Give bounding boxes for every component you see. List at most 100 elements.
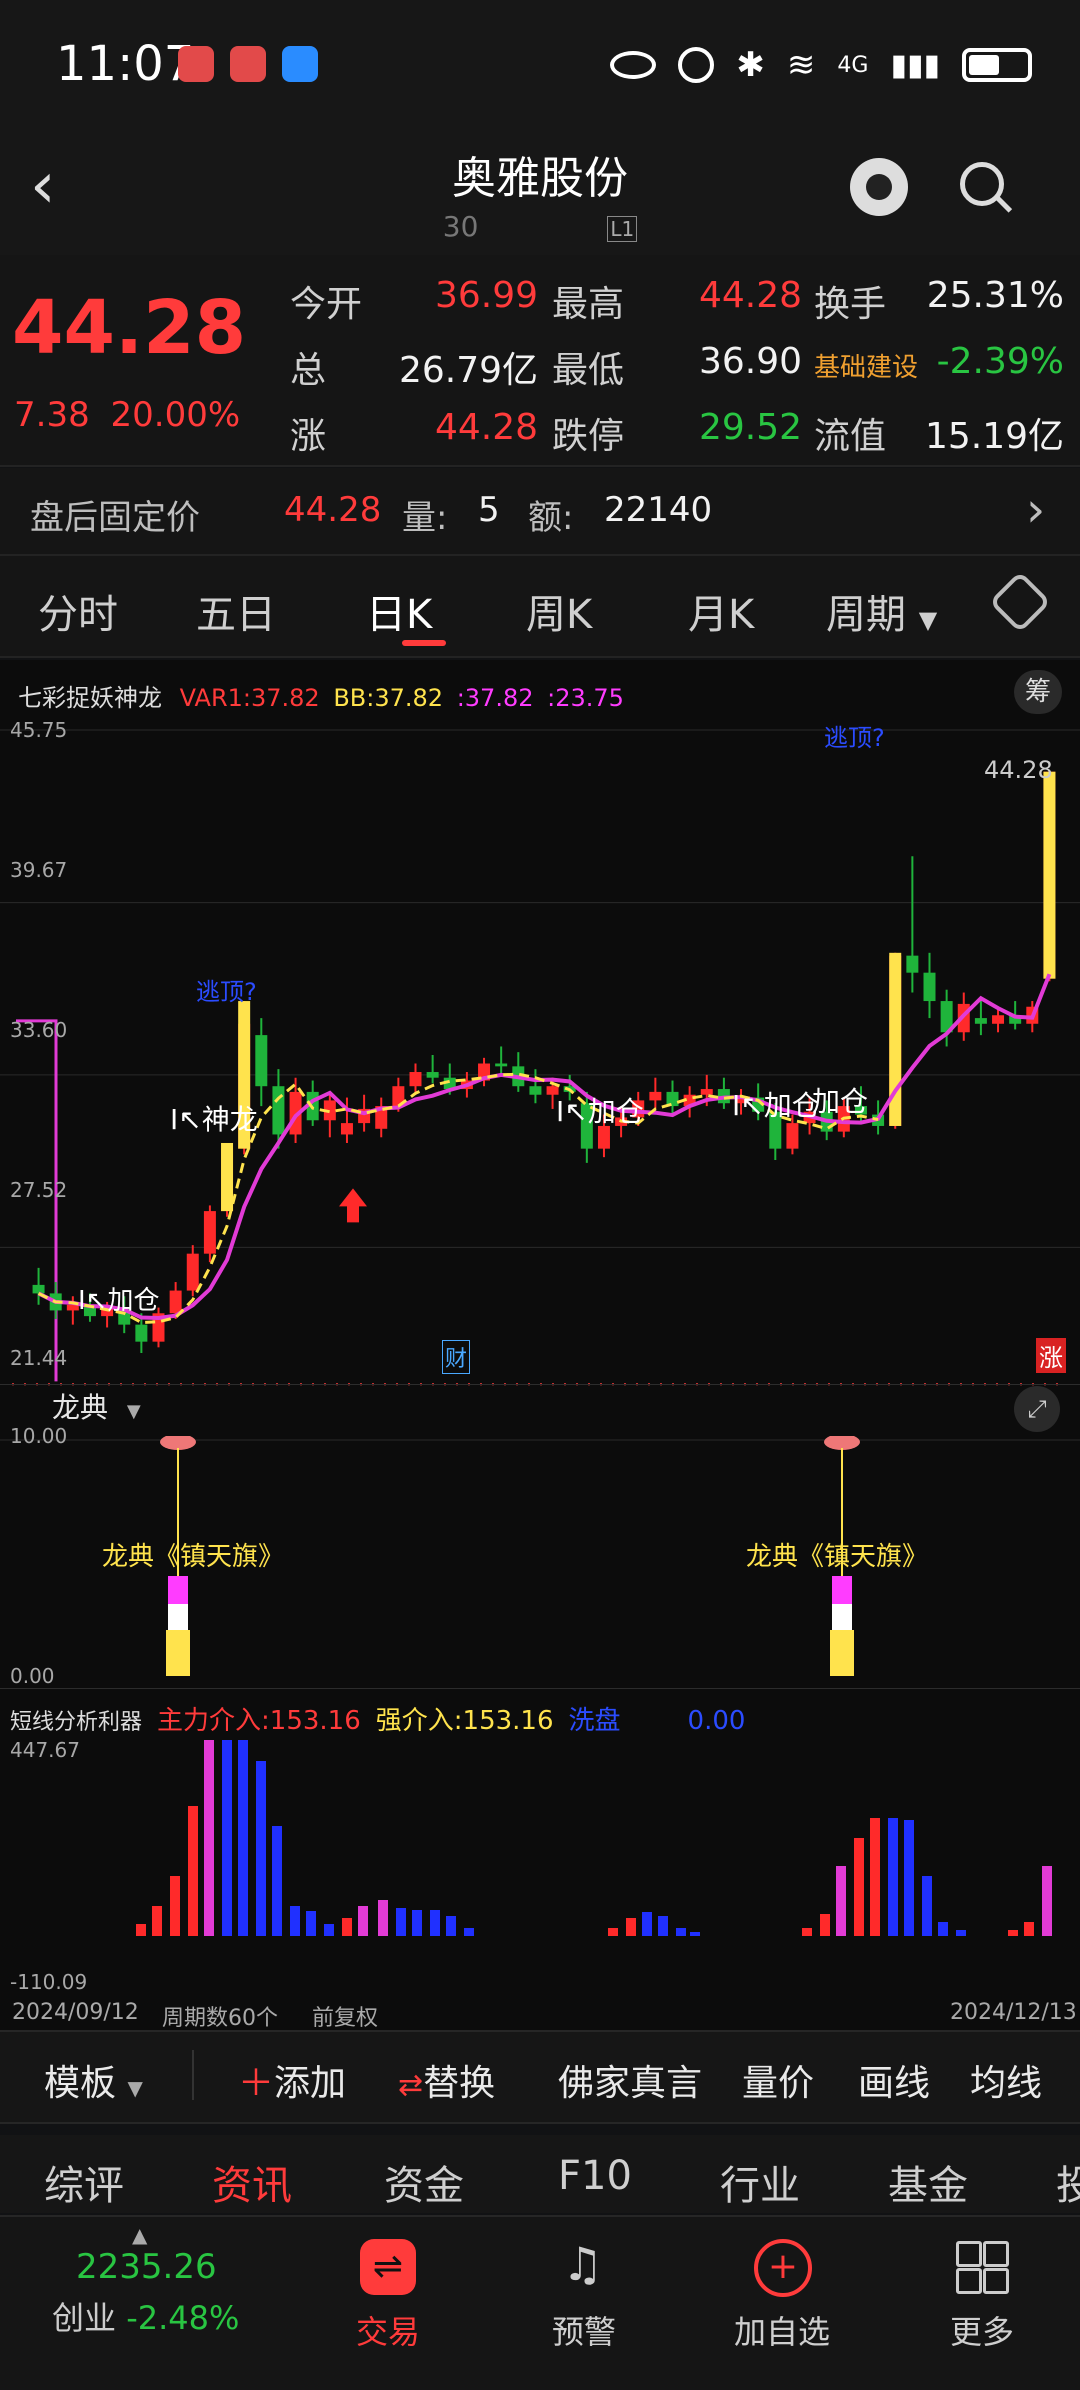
- nav-add-label: 加自选: [733, 2313, 830, 2351]
- template-label: 模板: [44, 2063, 117, 2104]
- turnover-label: 换手: [814, 284, 887, 325]
- network-type: 4G: [837, 52, 869, 78]
- y-label-4: 27.52: [10, 1178, 68, 1202]
- open-label: 今开: [290, 284, 363, 325]
- histogram-bar: [464, 1928, 474, 1936]
- candle-body: [135, 1324, 148, 1342]
- candle-body: [169, 1290, 182, 1314]
- flag-marker-icon: [824, 1436, 860, 1450]
- histogram-bar: [854, 1838, 864, 1936]
- indicator-fojia[interactable]: 佛家真言: [558, 2054, 702, 2106]
- tab-daily[interactable]: 日K: [366, 582, 432, 640]
- bell-icon: ♫: [562, 2237, 604, 2291]
- short-line-y-top: 447.67: [10, 1738, 80, 1762]
- tab-f10[interactable]: F10: [558, 2153, 632, 2199]
- tab-news[interactable]: 资讯: [212, 2153, 292, 2211]
- nav-alert-label: 预警: [551, 2313, 616, 2351]
- short-line-chart: [136, 1740, 1052, 1936]
- tab-more[interactable]: 投: [1056, 2153, 1080, 2211]
- annotation-add-2: I↖加仓: [556, 1090, 644, 1130]
- index-value[interactable]: 2235.26: [76, 2247, 217, 2287]
- tab-monthly[interactable]: 月K: [688, 582, 754, 640]
- signal-bar: [221, 1142, 234, 1212]
- candle-body: [700, 1089, 713, 1095]
- start-date: 2024/09/12: [12, 2000, 139, 2025]
- limit-up-marker: 涨: [1036, 1338, 1066, 1373]
- candle-body: [340, 1123, 353, 1135]
- histogram-bar: [272, 1826, 282, 1936]
- short-line-name: 短线分析利器: [10, 1710, 143, 1735]
- total-cap-value: 26.79亿: [398, 350, 538, 391]
- change-value: 7.38: [14, 395, 90, 435]
- histogram-bar: [1008, 1930, 1018, 1936]
- longdian-selector[interactable]: 龙典 ▼: [52, 1386, 141, 1426]
- chart-area[interactable]: 七彩捉妖神龙 VAR1:37.82 BB:37.82 :37.82 :23.75…: [0, 660, 1080, 2031]
- candle-body: [974, 1018, 987, 1024]
- tab-industry[interactable]: 行业: [720, 2153, 800, 2211]
- candle-body: [495, 1063, 508, 1067]
- template-button[interactable]: 模板 ▼: [44, 2054, 143, 2106]
- draw-line-button[interactable]: 画线: [858, 2054, 930, 2106]
- tab-five-day[interactable]: 五日: [196, 582, 276, 640]
- index-info[interactable]: 创业 -2.48%: [52, 2293, 239, 2339]
- moving-average-button[interactable]: 均线: [970, 2054, 1042, 2106]
- longdian-y-top: 10.00: [10, 1424, 68, 1448]
- volume-label: 量:: [402, 498, 448, 538]
- histogram-bar: [358, 1906, 368, 1936]
- annotation-escape-top-2: 逃顶?: [824, 724, 885, 752]
- nav-add-watchlist[interactable]: + 加自选: [702, 2217, 862, 2387]
- tab-fund[interactable]: 基金: [888, 2153, 968, 2211]
- annotation-add-1-text: 加仓: [107, 1286, 160, 1316]
- histogram-bar: [608, 1928, 618, 1936]
- chip-distribution-button[interactable]: 筹: [1014, 670, 1062, 714]
- finance-marker[interactable]: 财: [442, 1340, 471, 1374]
- level-badge: L1: [607, 216, 638, 242]
- tab-weekly[interactable]: 周K: [526, 582, 592, 640]
- histogram-bar: [690, 1932, 700, 1936]
- flag-block-white: [832, 1604, 852, 1630]
- low-value: 36.90: [698, 341, 802, 382]
- candle-body: [649, 1091, 662, 1101]
- replace-button[interactable]: ⇄替换: [398, 2054, 495, 2106]
- add-button[interactable]: ＋添加: [238, 2054, 346, 2106]
- nav-more[interactable]: 更多: [902, 2217, 1062, 2387]
- histogram-bar: [642, 1912, 652, 1936]
- histogram-bar: [378, 1900, 388, 1936]
- y-label-3: 33.60: [10, 1018, 68, 1042]
- candle-body: [32, 1284, 45, 1294]
- indicator-volume-price[interactable]: 量价: [742, 2054, 814, 2106]
- alarm-icon: [678, 47, 715, 83]
- mascot-icon[interactable]: [850, 158, 908, 216]
- expand-icon[interactable]: ⤢: [1014, 1386, 1060, 1432]
- grid-icon: [956, 2241, 1009, 2294]
- tab-intraday[interactable]: 分时: [38, 582, 118, 640]
- toolbar-divider: [192, 2050, 194, 2100]
- quote-panel: 44.28 7.38 20.00% 今开 36.99 总 26.79亿 涨 44…: [0, 255, 1080, 467]
- annotation-add-2-text: 加仓: [587, 1095, 644, 1128]
- tab-funds[interactable]: 资金: [384, 2153, 464, 2211]
- sector-label[interactable]: 基础建设: [814, 347, 918, 384]
- amount-value: 22140: [604, 490, 713, 530]
- histogram-bar: [342, 1918, 352, 1936]
- longdian-y-bottom: 0.00: [10, 1664, 55, 1688]
- divider-2: [0, 1688, 1080, 1689]
- price-change: 7.38 20.00%: [14, 395, 240, 435]
- histogram-bar: [658, 1916, 668, 1936]
- search-icon[interactable]: [960, 162, 1004, 206]
- histogram-bar: [222, 1740, 232, 1936]
- nav-alert[interactable]: ♫ 预警: [504, 2217, 664, 2387]
- histogram-bar: [904, 1820, 914, 1936]
- histogram-bar: [170, 1876, 180, 1936]
- after-hours-row[interactable]: 盘后固定价 44.28 量: 5 额: 22140 ›: [0, 468, 1080, 556]
- plus-circle-icon: +: [754, 2239, 812, 2297]
- nav-trade[interactable]: ⇌ 交易: [308, 2217, 468, 2387]
- histogram-bar: [238, 1740, 248, 1936]
- high-value: 44.28: [698, 275, 802, 316]
- histogram-bar: [204, 1740, 214, 1936]
- last-price-tag: 44.28: [984, 756, 1053, 784]
- tab-overview[interactable]: 综评: [44, 2153, 124, 2211]
- period-tabs: 分时 五日 日K 周K 月K 周期 ▼: [0, 556, 1080, 658]
- tab-period[interactable]: 周期 ▼: [826, 582, 937, 640]
- high-label: 最高: [552, 284, 625, 325]
- settings-gear-icon[interactable]: [988, 570, 1052, 634]
